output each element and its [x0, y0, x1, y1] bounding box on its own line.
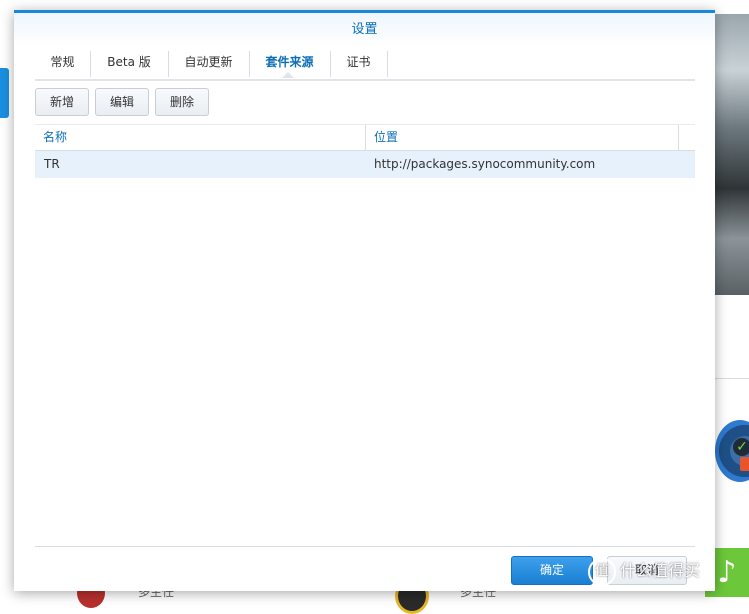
watermark-text: 什么值得买	[620, 561, 701, 580]
desktop-photo	[715, 14, 749, 295]
checkmark-icon: ✓	[733, 438, 749, 456]
settings-dialog: 设置 常规 Beta 版 自动更新 套件来源 证书 新增 编辑 删除 名称 位置…	[14, 10, 715, 591]
table-header: 名称 位置	[35, 124, 695, 151]
column-header-location[interactable]: 位置	[366, 125, 679, 150]
row-location-cell: http://packages.synocommunity.com	[374, 157, 596, 171]
ok-button[interactable]: 确定	[511, 556, 593, 585]
desktop-left-tab	[0, 68, 9, 118]
add-button[interactable]: 新增	[35, 88, 89, 116]
watermark: 值什么值得买	[588, 556, 748, 590]
footer-divider	[35, 546, 695, 547]
column-header-name[interactable]: 名称	[35, 125, 366, 150]
edit-button[interactable]: 编辑	[95, 88, 149, 116]
desktop-app-icon[interactable]: ✓	[715, 420, 749, 482]
watermark-logo-icon: 值	[588, 557, 616, 586]
tab-certificate[interactable]: 证书	[330, 51, 388, 77]
package-source-table: 名称 位置 TR http://packages.synocommunity.c…	[35, 124, 695, 178]
tab-auto-update[interactable]: 自动更新	[168, 51, 250, 77]
delete-button[interactable]: 删除	[155, 88, 209, 116]
table-row[interactable]: TR http://packages.synocommunity.com	[35, 151, 695, 178]
desktop-divider	[715, 378, 749, 379]
active-tab-caret	[282, 72, 294, 78]
badge-icon	[740, 457, 749, 471]
row-name-cell: TR	[44, 157, 60, 171]
dialog-title: 设置	[14, 13, 715, 47]
tab-general[interactable]: 常规	[35, 51, 91, 77]
tab-beta[interactable]: Beta 版	[90, 51, 169, 77]
tab-bar: 常规 Beta 版 自动更新 套件来源 证书	[35, 47, 695, 81]
